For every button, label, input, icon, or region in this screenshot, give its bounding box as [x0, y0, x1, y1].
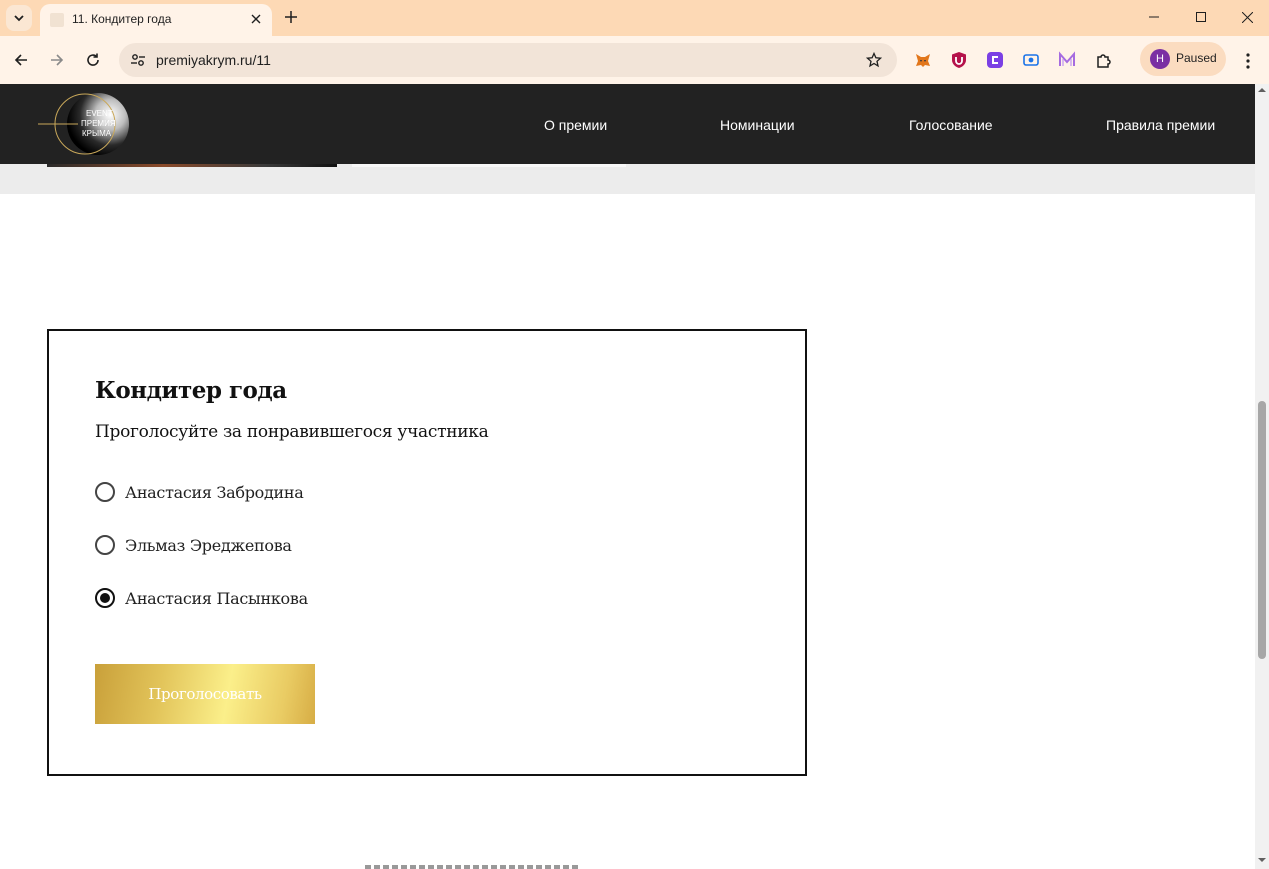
- bookmark-star-icon: [866, 52, 882, 68]
- plus-icon: [285, 11, 297, 23]
- browser-toolbar: premiyakrym.ru/11 H Paused: [0, 36, 1269, 84]
- page-viewport: EVENT ПРЕМИЯ КРЫМА О премии Номинации Го…: [0, 84, 1269, 869]
- address-bar[interactable]: premiyakrym.ru/11: [119, 43, 897, 77]
- radio-button-selected[interactable]: [95, 588, 115, 608]
- back-button[interactable]: [8, 47, 34, 73]
- ublock-extension[interactable]: [948, 49, 970, 71]
- section-band: [0, 164, 1255, 194]
- cropped-image: [47, 164, 337, 167]
- logo-line-3: КРЫМА: [82, 129, 112, 138]
- avatar: H: [1150, 49, 1170, 69]
- page-scrollbar[interactable]: [1255, 84, 1269, 869]
- profile-status: Paused: [1176, 51, 1217, 65]
- extensions-button[interactable]: [1093, 49, 1115, 71]
- maximize-button[interactable]: [1178, 0, 1224, 34]
- window-close-icon: [1241, 11, 1253, 23]
- close-icon: [251, 14, 261, 24]
- vote-form: Кондитер года Проголосуйте за понравивше…: [47, 329, 807, 776]
- chevron-down-icon: [14, 15, 24, 22]
- favicon-icon: [50, 13, 64, 27]
- metamask-extension[interactable]: [912, 49, 934, 71]
- scroll-down-icon[interactable]: [1258, 856, 1266, 864]
- ublock-shield-icon: [952, 52, 966, 68]
- option-zabrodina[interactable]: Анастасия Забродина: [95, 480, 395, 504]
- nav-voting[interactable]: Голосование: [909, 117, 993, 133]
- radio-button[interactable]: [95, 535, 115, 555]
- minimize-button[interactable]: [1131, 0, 1177, 34]
- logo-line-2: ПРЕМИЯ: [81, 119, 116, 128]
- logo-line-1: EVENT: [86, 109, 113, 118]
- option-label: Эльмаз Эреджепова: [125, 535, 292, 555]
- maximize-icon: [1196, 12, 1206, 22]
- extension-blue-icon: [1023, 54, 1039, 66]
- minimize-icon: [1149, 16, 1159, 18]
- page-title: Кондитер года: [95, 377, 287, 404]
- tab-title: 11. Кондитер года: [72, 12, 172, 26]
- tab-close-button[interactable]: [246, 9, 266, 29]
- option-label: Анастасия Пасынкова: [125, 588, 308, 608]
- option-label: Анастасия Забродина: [125, 482, 304, 502]
- puzzle-extensions-icon: [1097, 54, 1111, 68]
- vote-instructions: Проголосуйте за понравившегося участника: [95, 422, 489, 442]
- back-arrow-icon: [14, 54, 27, 66]
- m-extension[interactable]: [1056, 49, 1078, 71]
- url-text: premiyakrym.ru/11: [156, 52, 271, 68]
- nav-nominations[interactable]: Номинации: [720, 117, 795, 133]
- site-logo[interactable]: EVENT ПРЕМИЯ КРЫМА: [38, 93, 132, 155]
- scroll-thumb[interactable]: [1258, 401, 1266, 659]
- blue-extension[interactable]: [1020, 49, 1042, 71]
- browser-menu-button[interactable]: [1236, 49, 1260, 73]
- tab-strip: 11. Кондитер года: [0, 0, 1269, 36]
- metamask-fox-icon: [916, 54, 930, 67]
- site-header: EVENT ПРЕМИЯ КРЫМА О премии Номинации Го…: [0, 84, 1255, 164]
- reload-button[interactable]: [80, 47, 106, 73]
- bookmark-button[interactable]: [863, 49, 885, 71]
- extension-purple-icon: [987, 52, 1003, 68]
- radio-button[interactable]: [95, 482, 115, 502]
- nav-rules[interactable]: Правила премии: [1106, 117, 1215, 133]
- cropped-block: [352, 164, 626, 167]
- site-settings-icon: [131, 54, 145, 66]
- forward-button[interactable]: [44, 47, 70, 73]
- tab-search-button[interactable]: [6, 5, 32, 31]
- option-eredzhepova[interactable]: Эльмаз Эреджепова: [95, 533, 395, 557]
- scroll-up-icon[interactable]: [1258, 86, 1266, 94]
- site-settings-button[interactable]: [127, 49, 149, 71]
- nav-about[interactable]: О премии: [544, 117, 607, 133]
- option-pasynkova[interactable]: Анастасия Пасынкова: [95, 586, 395, 610]
- active-tab[interactable]: 11. Кондитер года: [40, 4, 272, 36]
- new-tab-button[interactable]: [280, 6, 302, 28]
- purple-extension[interactable]: [984, 49, 1006, 71]
- forward-arrow-icon: [51, 54, 64, 66]
- window-close-button[interactable]: [1224, 0, 1269, 34]
- cropped-text: [365, 865, 581, 869]
- reload-icon: [87, 53, 99, 66]
- profile-button[interactable]: H Paused: [1140, 42, 1226, 76]
- extension-m-icon: [1059, 51, 1075, 66]
- vote-submit-button[interactable]: Проголосовать: [95, 664, 315, 724]
- kebab-menu-icon: [1246, 53, 1250, 69]
